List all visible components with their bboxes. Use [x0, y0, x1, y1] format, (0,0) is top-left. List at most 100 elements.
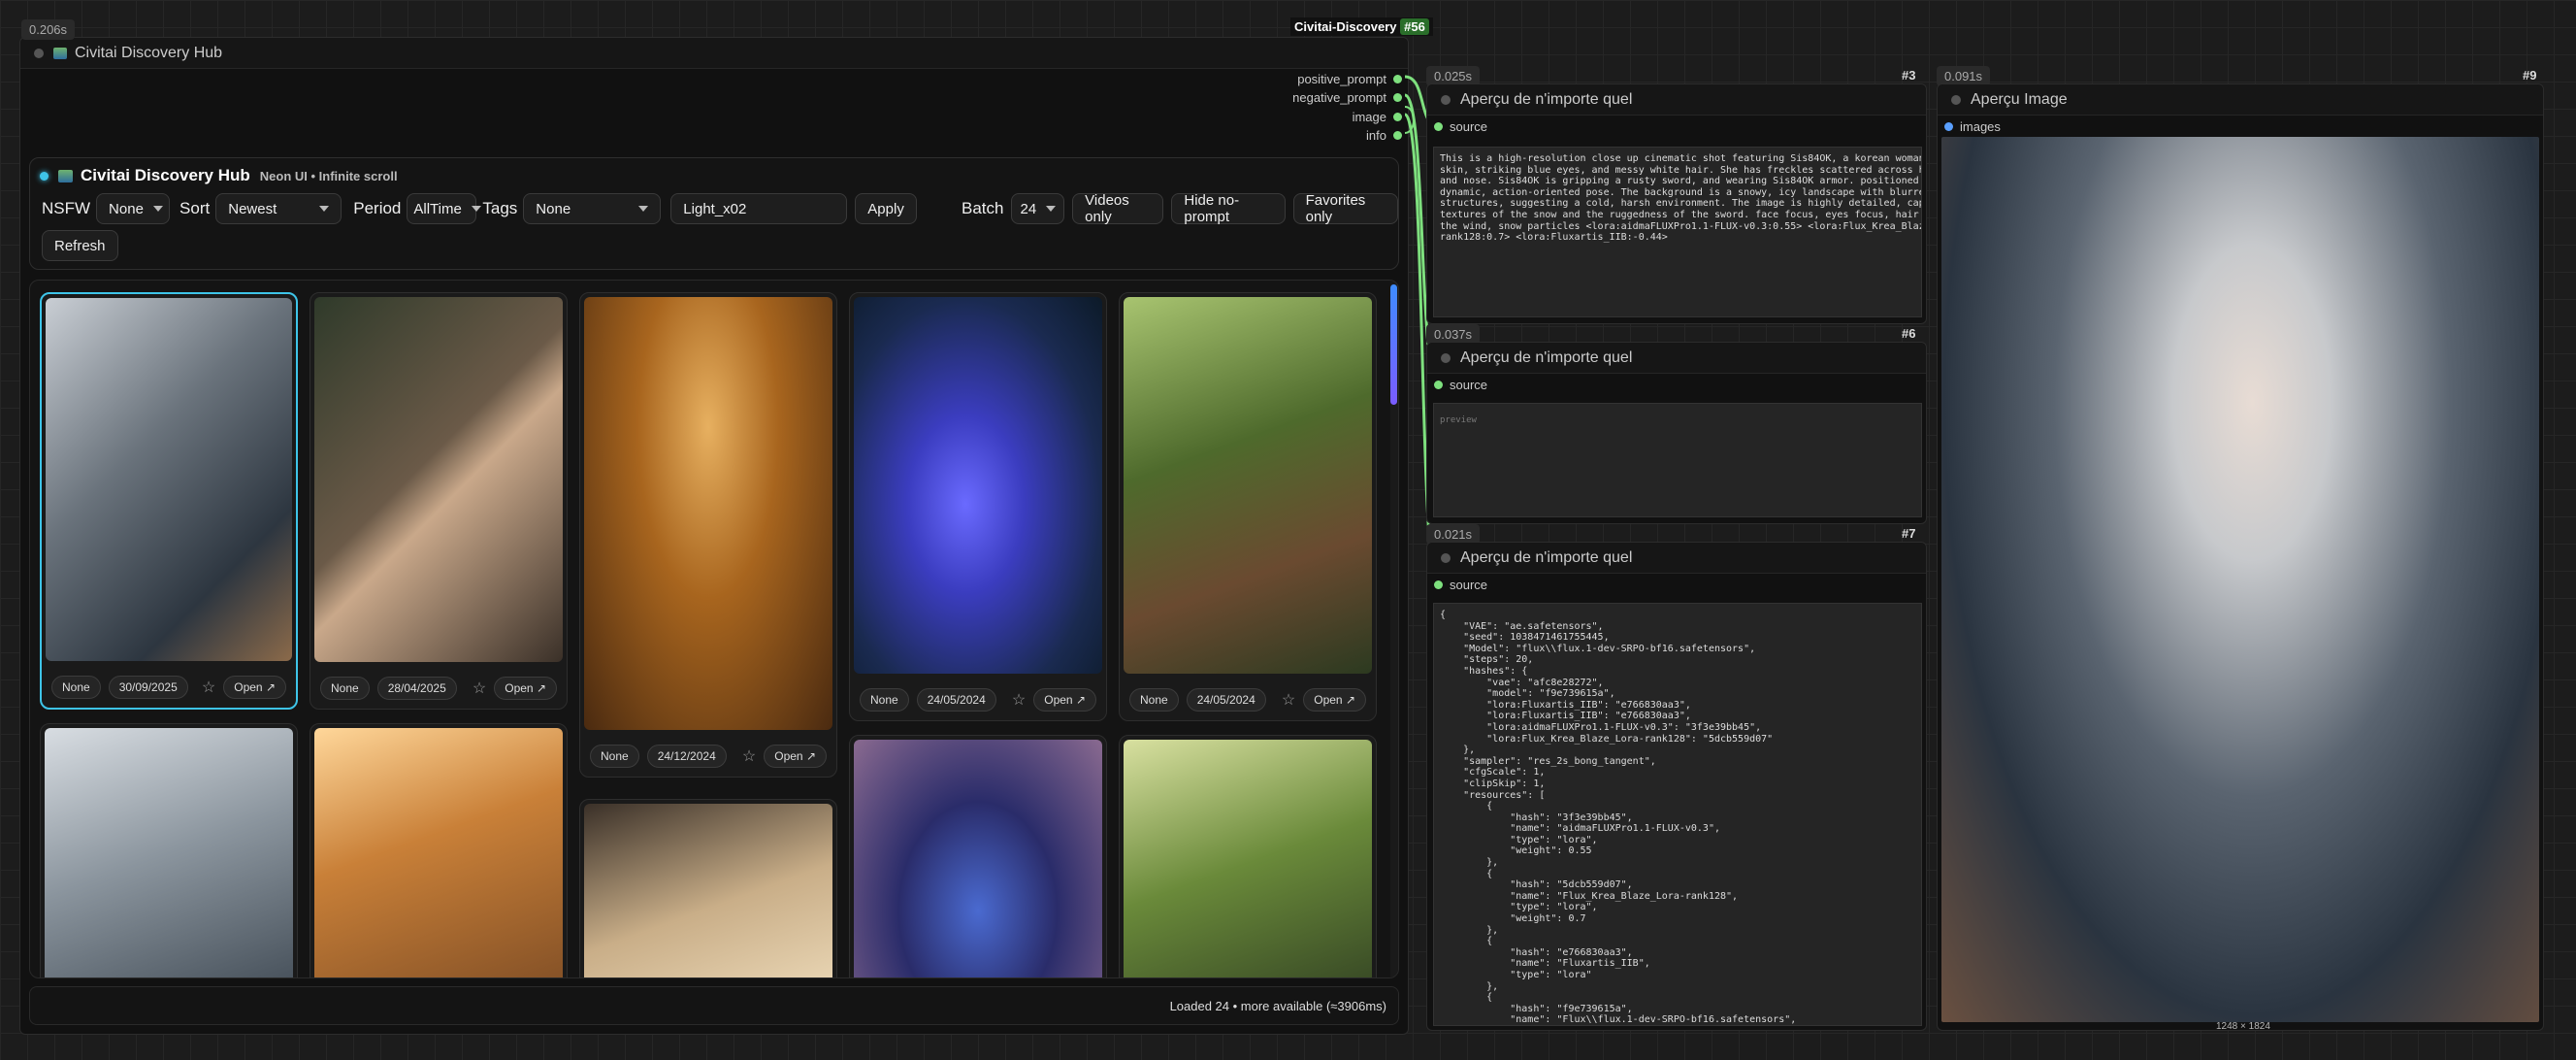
nsfw-pill: None — [590, 745, 639, 768]
filter-row: NSFW None Sort Newest Period AllTime Tag… — [42, 193, 917, 224]
collapse-dot[interactable] — [34, 48, 44, 58]
card-thumbnail[interactable] — [1124, 297, 1372, 674]
node-title: Aperçu de n'importe quel — [1460, 90, 1633, 108]
input-images[interactable]: images — [1938, 119, 2001, 134]
apply-button[interactable]: Apply — [855, 193, 917, 224]
input-source[interactable]: source — [1427, 378, 1487, 392]
sort-select[interactable]: Newest — [215, 193, 342, 224]
output-info[interactable]: info — [1164, 128, 1409, 143]
card-footer: None 30/09/2025 ☆ Open ↗ — [51, 675, 286, 700]
preview-any-node[interactable]: Aperçu de n'importe quel source preview — [1426, 342, 1927, 524]
output-negative-prompt[interactable]: negative_prompt — [1164, 90, 1409, 105]
node-title-bar[interactable]: Civitai Discovery Hub — [20, 38, 1408, 69]
image-card[interactable] — [1119, 735, 1377, 977]
node-title-bar[interactable]: Aperçu de n'importe quel — [1427, 343, 1926, 374]
card-thumbnail[interactable] — [584, 804, 832, 977]
tags-value: None — [536, 200, 571, 217]
input-pin[interactable] — [1434, 122, 1443, 131]
status-bar: Loaded 24 • more available (≈3906ms) — [29, 986, 1399, 1025]
open-button[interactable]: Open ↗ — [494, 677, 557, 700]
preview-image-node[interactable]: Aperçu Image images — [1937, 83, 2544, 1031]
card-thumbnail[interactable] — [854, 297, 1102, 674]
refresh-button[interactable]: Refresh — [42, 230, 118, 261]
nsfw-pill: None — [1129, 688, 1179, 712]
node-timing: 0.206s — [21, 19, 76, 40]
preview-any-node[interactable]: Aperçu de n'importe quel source { "VAE":… — [1426, 542, 1927, 1031]
favorite-star-icon[interactable]: ☆ — [202, 678, 215, 697]
node-id: #3 — [1902, 68, 1916, 83]
node-title-bar[interactable]: Aperçu de n'importe quel — [1427, 84, 1926, 116]
input-pin[interactable] — [1434, 580, 1443, 589]
image-card[interactable] — [310, 723, 568, 977]
input-label: source — [1450, 578, 1488, 592]
preview-textarea[interactable]: preview — [1433, 403, 1922, 517]
image-card[interactable]: None 28/04/2025 ☆ Open ↗ — [310, 292, 568, 710]
open-button[interactable]: Open ↗ — [1033, 688, 1096, 712]
card-thumbnail[interactable] — [854, 740, 1102, 977]
period-select[interactable]: AllTime — [407, 193, 477, 224]
open-button[interactable]: Open ↗ — [1303, 688, 1366, 712]
input-pin[interactable] — [1434, 381, 1443, 389]
info-json-display[interactable]: { "VAE": "ae.safetensors", "seed": 10384… — [1433, 603, 1922, 1026]
card-thumbnail[interactable] — [314, 297, 563, 662]
node-id: #9 — [2523, 68, 2537, 83]
card-thumbnail[interactable] — [46, 298, 292, 661]
favorite-star-icon[interactable]: ☆ — [1012, 690, 1026, 710]
image-card[interactable]: None 24/12/2024 ☆ Open ↗ — [579, 292, 837, 778]
card-thumbnail[interactable] — [45, 728, 293, 977]
image-card[interactable] — [40, 723, 298, 977]
open-button[interactable]: Open ↗ — [223, 676, 286, 699]
node-title: Aperçu de n'importe quel — [1460, 548, 1633, 566]
output-image[interactable]: image — [1164, 110, 1409, 124]
open-button[interactable]: Open ↗ — [764, 745, 827, 768]
card-thumbnail[interactable] — [314, 728, 563, 977]
image-card[interactable] — [579, 799, 837, 977]
batch-select[interactable]: 24 — [1011, 193, 1065, 224]
input-label: source — [1450, 119, 1488, 134]
sort-label: Sort — [179, 199, 211, 217]
favorite-star-icon[interactable]: ☆ — [1282, 690, 1295, 710]
favorite-star-icon[interactable]: ☆ — [473, 679, 486, 698]
card-thumbnail[interactable] — [1124, 740, 1372, 977]
tags-select[interactable]: None — [523, 193, 662, 224]
collapse-dot[interactable] — [1951, 94, 1961, 105]
node-title: Aperçu Image — [1971, 90, 2068, 108]
card-footer: None 24/05/2024 ☆ Open ↗ — [1129, 687, 1366, 712]
image-card[interactable]: None 30/09/2025 ☆ Open ↗ — [40, 292, 298, 710]
collapse-dot[interactable] — [1441, 94, 1451, 105]
hide-noprompt-button[interactable]: Hide no-prompt — [1171, 192, 1286, 225]
batch-label: Batch — [962, 199, 1004, 217]
videos-only-button[interactable]: Videos only — [1072, 192, 1164, 225]
date-pill: 24/12/2024 — [646, 745, 727, 768]
output-label: info — [1366, 128, 1386, 143]
card-thumbnail[interactable] — [584, 297, 832, 730]
scrollbar-thumb[interactable] — [1390, 284, 1397, 405]
card-footer: None 28/04/2025 ☆ Open ↗ — [320, 676, 557, 701]
favorite-star-icon[interactable]: ☆ — [742, 746, 756, 766]
collapse-dot[interactable] — [1441, 352, 1451, 363]
favorites-only-button[interactable]: Favorites only — [1292, 192, 1398, 225]
collapse-dot[interactable] — [1441, 552, 1451, 563]
input-source[interactable]: source — [1427, 578, 1487, 592]
nsfw-pill: None — [860, 688, 909, 712]
prompt-text-display[interactable]: This is a high-resolution close up cinem… — [1433, 147, 1922, 317]
period-label: Period — [353, 199, 402, 217]
input-pin[interactable] — [1944, 122, 1953, 131]
period-value: AllTime — [413, 200, 462, 217]
date-pill: 24/05/2024 — [1186, 688, 1266, 712]
nsfw-select[interactable]: None — [96, 193, 171, 224]
search-input[interactable]: Light_x02 — [670, 193, 848, 224]
image-card[interactable]: None 24/05/2024 ☆ Open ↗ — [1119, 292, 1377, 721]
preview-any-node[interactable]: Aperçu de n'importe quel source This is … — [1426, 83, 1927, 324]
node-title-bar[interactable]: Aperçu Image — [1938, 84, 2543, 116]
hub-panel: Civitai Discovery Hub Neon UI • Infinite… — [29, 157, 1399, 270]
image-grid[interactable]: None 30/09/2025 ☆ Open ↗ None 28/04/2025 ☆ Ope… — [29, 280, 1399, 978]
output-positive-prompt[interactable]: positive_prompt — [1164, 72, 1409, 86]
input-source[interactable]: source — [1427, 119, 1487, 134]
preview-image[interactable] — [1941, 137, 2539, 1022]
node-title-bar[interactable]: Aperçu de n'importe quel — [1427, 543, 1926, 574]
image-card[interactable] — [849, 735, 1107, 977]
image-card[interactable]: None 24/05/2024 ☆ Open ↗ — [849, 292, 1107, 721]
image-dimensions: 1248 × 1824 — [2216, 1021, 2270, 1032]
node-title: Aperçu de n'importe quel — [1460, 348, 1633, 366]
